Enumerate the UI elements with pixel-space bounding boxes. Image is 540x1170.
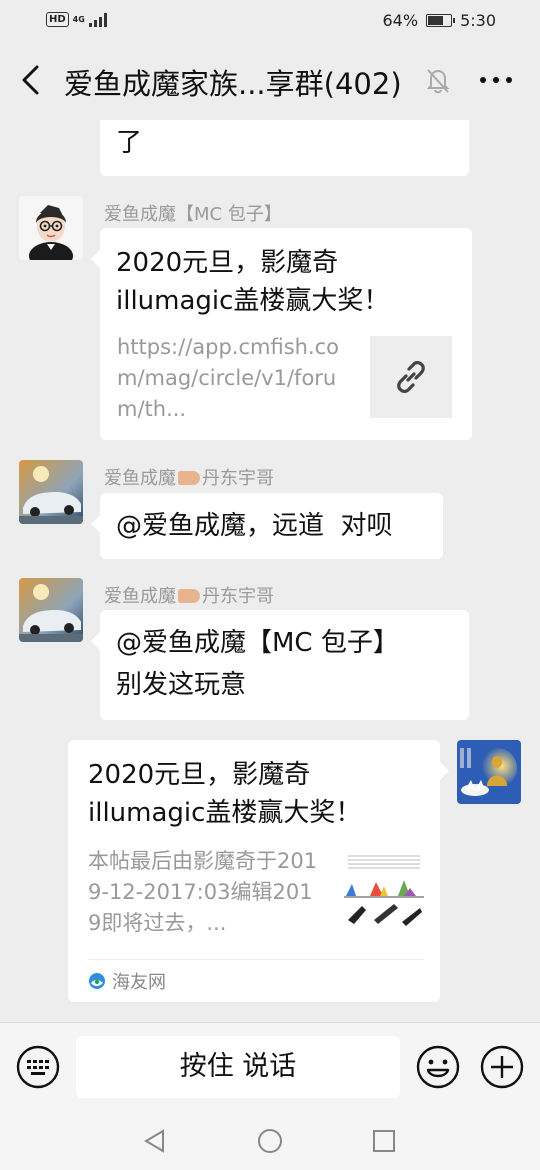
chat-title: 爱鱼成魔家族...享群(402): [64, 67, 402, 101]
circle-home-icon: [258, 1129, 282, 1153]
link-description: 本帖最后由影魔奇于2019-12-2017:03编辑2019即将过去，...: [88, 849, 318, 935]
link-card[interactable]: 2020元旦，影魔奇illumagic盖楼赢大奖！ 本帖最后由影魔奇于2019-…: [68, 740, 449, 1002]
more-dots-icon: [480, 77, 512, 83]
link-icon: [397, 361, 425, 393]
link-source: 海友网: [88, 968, 166, 994]
emoji-button[interactable]: [416, 1045, 460, 1089]
link-card-divider: [88, 959, 424, 960]
nav-home-button[interactable]: [256, 1127, 284, 1159]
sender-name-suffix: 丹东宇哥: [202, 468, 274, 489]
battery-fill: [428, 16, 444, 25]
input-bar: 按住 说话: [0, 1022, 540, 1113]
status-right: 64% 5:30: [383, 11, 497, 30]
status-left: HD 4G: [46, 12, 107, 27]
link-card[interactable]: 2020元旦，影魔奇illumagic盖楼赢大奖！ https://app.cm…: [91, 228, 472, 440]
bell-off-icon: [424, 66, 452, 96]
keyboard-toggle-button[interactable]: [16, 1045, 60, 1089]
hd-badge: HD: [46, 12, 69, 27]
sender-name-suffix: 丹东宇哥: [202, 586, 274, 607]
message-bubble[interactable]: 了: [100, 120, 469, 176]
pointing-hand-icon: [178, 589, 200, 603]
network-type: 4G: [72, 14, 85, 24]
emoji-icon: [416, 1045, 460, 1089]
link-thumbnail: [370, 336, 452, 418]
nav-back-button[interactable]: [142, 1128, 168, 1158]
keyboard-icon: [16, 1045, 60, 1089]
system-nav-bar: [0, 1112, 540, 1170]
more-button[interactable]: [474, 64, 518, 96]
hold-to-talk-button[interactable]: 按住 说话: [76, 1036, 400, 1098]
avatar[interactable]: [19, 578, 83, 642]
triangle-back-icon: [144, 1129, 164, 1153]
avatar[interactable]: [457, 740, 521, 804]
nav-recents-button[interactable]: [372, 1129, 396, 1157]
square-recents-icon: [373, 1130, 395, 1152]
sender-name: 爱鱼成魔 丹东宇哥: [104, 464, 274, 490]
battery-icon: [426, 14, 456, 27]
site-logo-icon: [89, 973, 105, 989]
chat-area[interactable]: 了 爱鱼成魔【MC 包子】 2020元旦，影魔奇illumagic盖楼赢大奖！ …: [0, 120, 540, 1022]
clock: 5:30: [460, 11, 496, 30]
link-source-name: 海友网: [112, 972, 166, 993]
message-text: 了: [116, 128, 143, 158]
status-bar: HD 4G 64% 5:30: [0, 0, 540, 42]
link-title: 2020元旦，影魔奇illumagic盖楼赢大奖！: [88, 760, 362, 828]
avatar[interactable]: [19, 196, 83, 260]
link-thumbnail: [340, 848, 428, 934]
sender-name: 爱鱼成魔 丹东宇哥: [104, 582, 274, 608]
sender-name-prefix: 爱鱼成魔: [104, 468, 176, 489]
message-text: @爱鱼成魔，远道 对呗: [116, 511, 393, 541]
back-arrow-icon: [22, 65, 39, 95]
more-functions-button[interactable]: [480, 1045, 524, 1089]
message-bubble[interactable]: @爱鱼成魔【MC 包子】 别发这玩意: [91, 610, 469, 720]
link-title: 2020元旦，影魔奇illumagic盖楼赢大奖！: [116, 248, 390, 316]
title-bar: 爱鱼成魔家族...享群(402): [0, 42, 540, 120]
pointing-hand-icon: [178, 471, 200, 485]
message-text-line-2: 别发这玩意: [116, 670, 247, 700]
battery-percent: 64%: [382, 11, 419, 30]
back-button[interactable]: [14, 62, 50, 98]
avatar[interactable]: [19, 460, 83, 524]
sender-name-prefix: 爱鱼成魔: [104, 586, 176, 607]
message-text-line-1: @爱鱼成魔【MC 包子】: [116, 628, 399, 658]
signal-icon: [88, 12, 107, 27]
sender-name: 爱鱼成魔【MC 包子】: [104, 204, 282, 225]
link-description: https://app.cmfish.com/mag/circle/v1/for…: [117, 335, 340, 421]
message-bubble[interactable]: @爱鱼成魔，远道 对呗: [91, 493, 443, 559]
plus-icon: [480, 1045, 524, 1089]
